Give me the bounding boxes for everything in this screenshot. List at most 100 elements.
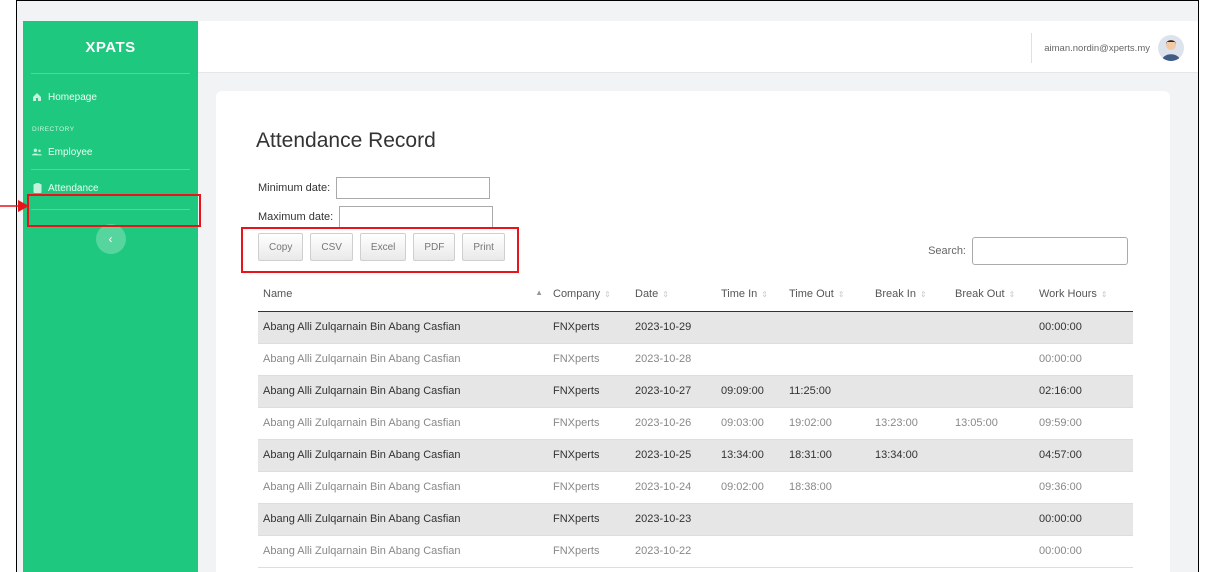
cell-name: Abang Alli Zulqarnain Bin Abang Casfian — [258, 503, 548, 536]
avatar[interactable] — [1158, 35, 1184, 61]
cell-work-hours: 02:16:00 — [1034, 375, 1133, 408]
table-row[interactable]: Abang Alli Zulqarnain Bin Abang Casfian F… — [258, 535, 1133, 568]
top-bar: aiman.nordin@xperts.my — [198, 21, 1198, 73]
cell-company: FNXperts — [548, 535, 630, 568]
cell-company: FNXperts — [548, 471, 630, 504]
csv-button[interactable]: CSV — [310, 233, 353, 261]
search-input[interactable] — [972, 237, 1128, 265]
cell-time-in — [716, 535, 784, 568]
sidebar-item-homepage[interactable]: Homepage — [23, 82, 198, 112]
cell-date: 2023-10-29 — [630, 311, 716, 344]
brand-name: XPATS — [85, 38, 136, 56]
chevron-left-icon: ‹ — [108, 232, 113, 246]
sidebar-item-employee[interactable]: Employee — [23, 137, 198, 167]
user-email: aiman.nordin@xperts.my — [1044, 42, 1150, 54]
column-header-work-hours[interactable]: Work Hours ⇕ — [1034, 278, 1133, 312]
clipboard-icon — [32, 183, 42, 193]
sidebar: XPATS Homepage DIRECTORY Employee Attend… — [23, 21, 198, 572]
cell-time-in: 09:09:00 — [716, 375, 784, 408]
print-button[interactable]: Print — [462, 233, 505, 261]
max-date-label: Maximum date: — [258, 211, 334, 223]
table-row[interactable]: Abang Alli Zulqarnain Bin Abang Casfian F… — [258, 343, 1133, 376]
cell-work-hours: 04:57:00 — [1034, 439, 1133, 472]
column-header-time-out[interactable]: Time Out ⇕ — [784, 278, 870, 312]
app-window: XPATS Homepage DIRECTORY Employee Attend… — [16, 0, 1199, 572]
column-header-name[interactable]: Name ▲ — [258, 278, 548, 312]
cell-work-hours: 00:00:00 — [1034, 311, 1133, 344]
users-icon — [32, 147, 42, 157]
cell-time-in — [716, 311, 784, 344]
export-buttons: Copy CSV Excel PDF Print — [258, 233, 505, 261]
cell-work-hours: 00:00:00 — [1034, 535, 1133, 568]
cell-company: FNXperts — [548, 407, 630, 440]
cell-company: FNXperts — [548, 375, 630, 408]
column-label: Break In — [875, 288, 916, 301]
column-label: Date — [635, 288, 659, 301]
sidebar-divider — [31, 209, 190, 210]
cell-name: Abang Alli Zulqarnain Bin Abang Casfian — [258, 439, 548, 472]
cell-date: 2023-10-24 — [630, 471, 716, 504]
table-row[interactable]: Abang Alli Zulqarnain Bin Abang Casfian F… — [258, 439, 1133, 472]
cell-time-out — [784, 535, 870, 568]
attendance-table: Name ▲ Company ⇕ Date ⇕ Time In ⇕ Time Out ⇕ … — [258, 278, 1133, 568]
cell-break-out — [950, 311, 1034, 344]
cell-break-out — [950, 503, 1034, 536]
cell-work-hours: 09:36:00 — [1034, 471, 1133, 504]
cell-time-out — [784, 503, 870, 536]
sort-icon: ⇕ — [1008, 290, 1016, 300]
sidebar-item-attendance[interactable]: Attendance — [23, 173, 198, 203]
cell-work-hours: 09:59:00 — [1034, 407, 1133, 440]
brand-logo[interactable]: XPATS — [31, 21, 190, 74]
column-header-company[interactable]: Company ⇕ — [548, 278, 630, 312]
cell-break-in — [870, 535, 950, 568]
min-date-input[interactable] — [336, 177, 491, 199]
column-header-break-in[interactable]: Break In ⇕ — [870, 278, 950, 312]
sort-icon: ⇕ — [1100, 290, 1108, 300]
cell-time-in — [716, 343, 784, 376]
column-label: Company — [553, 288, 601, 301]
cell-date: 2023-10-23 — [630, 503, 716, 536]
cell-break-in — [870, 343, 950, 376]
table-row[interactable]: Abang Alli Zulqarnain Bin Abang Casfian F… — [258, 471, 1133, 504]
cell-break-out — [950, 343, 1034, 376]
column-label: Name — [263, 288, 293, 301]
sidebar-toggle-button[interactable]: ‹ — [95, 224, 126, 254]
column-label: Time Out — [789, 288, 834, 301]
search-box: Search: — [928, 237, 1128, 265]
excel-button[interactable]: Excel — [359, 233, 407, 261]
cell-name: Abang Alli Zulqarnain Bin Abang Casfian — [258, 343, 548, 376]
pdf-button[interactable]: PDF — [413, 233, 456, 261]
home-icon — [32, 92, 42, 102]
cell-break-in — [870, 471, 950, 504]
cell-break-in — [870, 375, 950, 408]
column-header-time-in[interactable]: Time In ⇕ — [716, 278, 784, 312]
table-row[interactable]: Abang Alli Zulqarnain Bin Abang Casfian F… — [258, 375, 1133, 408]
copy-button[interactable]: Copy — [258, 233, 304, 261]
column-header-break-out[interactable]: Break Out ⇕ — [950, 278, 1034, 312]
table-row[interactable]: Abang Alli Zulqarnain Bin Abang Casfian F… — [258, 311, 1133, 344]
search-label: Search: — [928, 245, 966, 257]
sidebar-item-label: Employee — [48, 146, 93, 158]
column-label: Break Out — [955, 288, 1005, 301]
cell-time-out: 19:02:00 — [784, 407, 870, 440]
user-menu[interactable]: aiman.nordin@xperts.my — [1031, 33, 1184, 63]
column-header-date[interactable]: Date ⇕ — [630, 278, 716, 312]
min-date-filter: Minimum date: — [258, 177, 491, 199]
table-header-row: Name ▲ Company ⇕ Date ⇕ Time In ⇕ Time Out ⇕ … — [258, 278, 1133, 312]
cell-time-out: 18:31:00 — [784, 439, 870, 472]
arrow-right-icon — [0, 200, 29, 212]
cell-time-in — [716, 503, 784, 536]
max-date-filter: Maximum date: — [258, 206, 494, 228]
max-date-input[interactable] — [339, 206, 494, 228]
page-title: Attendance Record — [256, 129, 436, 152]
sort-icon: ⇕ — [837, 290, 845, 300]
cell-date: 2023-10-25 — [630, 439, 716, 472]
cell-date: 2023-10-22 — [630, 535, 716, 568]
table-row[interactable]: Abang Alli Zulqarnain Bin Abang Casfian F… — [258, 503, 1133, 536]
cell-work-hours: 00:00:00 — [1034, 343, 1133, 376]
cell-company: FNXperts — [548, 311, 630, 344]
cell-break-in — [870, 503, 950, 536]
sort-icon: ⇕ — [662, 290, 669, 300]
cell-company: FNXperts — [548, 343, 630, 376]
table-row[interactable]: Abang Alli Zulqarnain Bin Abang Casfian F… — [258, 407, 1133, 440]
